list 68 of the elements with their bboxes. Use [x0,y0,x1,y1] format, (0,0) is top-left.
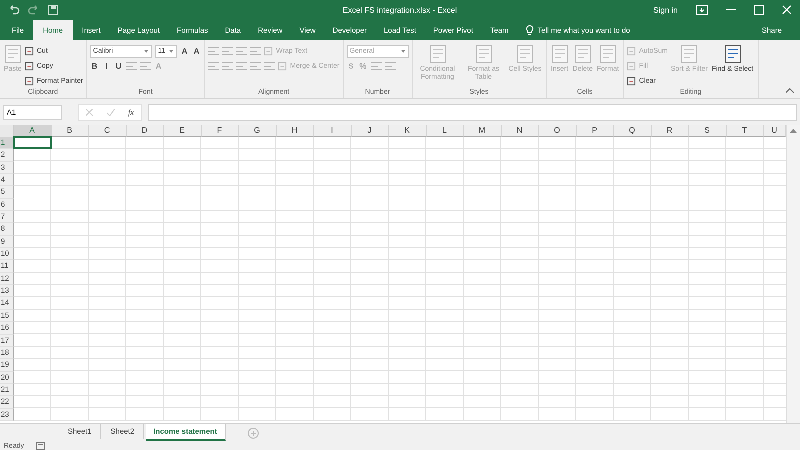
column-header[interactable]: F [202,125,239,137]
active-cell-outline [13,136,52,150]
column-header[interactable]: E [164,125,202,137]
column-header[interactable]: A [14,125,52,137]
command-icon [627,62,636,70]
sign-in-link[interactable]: Sign in [654,6,678,14]
column-header[interactable]: M [464,125,502,137]
cell-grid[interactable] [14,137,786,421]
column-header[interactable]: B [52,125,89,137]
command-icon [574,44,592,64]
command-icon [25,76,34,86]
insert-function-button[interactable]: fx [128,108,134,116]
command-icon [550,44,569,64]
command-icon [278,62,288,70]
cancel-icon[interactable] [86,108,93,116]
lightbulb-icon [526,24,534,36]
column-header[interactable]: U [764,125,786,137]
format-button[interactable]: I [102,62,112,70]
command-icon [680,44,698,64]
redo-icon[interactable] [28,5,40,15]
scroll-up-icon[interactable] [790,129,797,133]
command-icon [474,44,493,64]
command-icon [627,46,636,56]
format-button[interactable]: B [90,62,100,70]
close-icon[interactable] [782,5,792,15]
column-header[interactable]: L [426,125,464,137]
column-header[interactable]: T [726,125,764,137]
command-icon [25,62,34,70]
command-icon [724,44,742,64]
add-sheet-icon[interactable] [248,428,260,438]
column-header[interactable]: N [502,125,539,137]
save-icon[interactable] [48,4,59,16]
column-header[interactable]: C [89,125,126,137]
enter-icon[interactable] [106,108,115,116]
column-header[interactable]: J [352,125,389,137]
command-icon [428,44,447,64]
command-icon [599,44,618,64]
dropdown-arrow-icon [169,50,174,52]
minimize-icon[interactable] [726,9,736,11]
column-header[interactable]: O [539,125,576,137]
column-header[interactable]: G [239,125,276,137]
command-icon [25,46,34,56]
column-header[interactable]: H [276,125,314,137]
maximize-icon[interactable] [754,5,764,15]
format-button[interactable]: A [192,46,202,56]
format-button[interactable]: A [180,46,190,56]
column-header[interactable]: K [389,125,426,137]
collapse-ribbon-icon[interactable] [786,88,794,93]
dropdown-arrow-icon [144,50,150,52]
column-header[interactable]: D [126,125,164,137]
select-all-corner[interactable] [0,125,14,137]
column-header[interactable]: R [652,125,689,137]
window-title: Excel FS integration.xlsx - Excel [342,6,458,14]
dropdown-arrow-icon [400,50,406,52]
column-header[interactable]: I [314,125,352,137]
command-icon [4,44,22,64]
ribbon-display-icon[interactable] [696,5,708,15]
vertical-scrollbar[interactable] [786,125,800,423]
undo-icon[interactable] [8,5,20,15]
column-header[interactable]: P [576,125,614,137]
column-header[interactable]: S [689,125,726,137]
command-icon [516,44,534,64]
format-button[interactable]: U [114,62,124,70]
column-header[interactable]: Q [614,125,652,137]
command-icon [627,76,636,86]
macro-record-icon[interactable] [36,442,46,450]
command-icon [264,46,274,56]
formula-input[interactable] [148,104,797,120]
